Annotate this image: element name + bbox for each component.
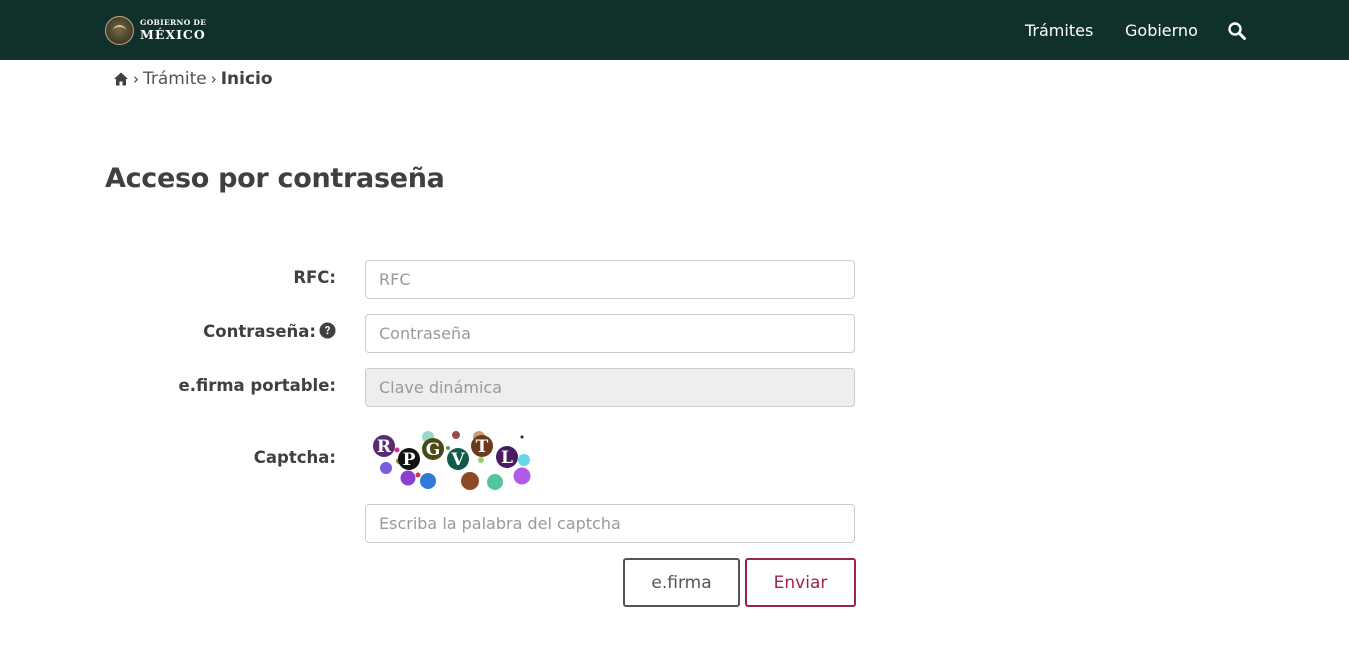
efirma-button[interactable]: e.firma [623, 558, 740, 607]
svg-text:R: R [377, 437, 392, 457]
logo-text: GOBIERNO DE MÉXICO [140, 19, 206, 41]
nav-gobierno-link[interactable]: Gobierno [1125, 0, 1198, 60]
efirma-portable-label: e.firma portable: [178, 376, 336, 395]
svg-text:L: L [501, 448, 513, 468]
captcha-image: R P G V T L [373, 431, 531, 490]
breadcrumb-tramite-link[interactable]: Trámite [143, 69, 207, 89]
svg-text:G: G [426, 440, 441, 460]
nav-tramites-link[interactable]: Trámites [1025, 0, 1093, 60]
enviar-button[interactable]: Enviar [745, 558, 856, 607]
svg-text:V: V [450, 450, 465, 470]
home-icon[interactable] [113, 71, 129, 87]
captcha-input[interactable] [365, 504, 855, 543]
password-input[interactable] [365, 314, 855, 353]
breadcrumb-separator: › [133, 70, 139, 88]
logo-line-2: MÉXICO [140, 26, 206, 42]
question-circle-icon[interactable] [319, 322, 336, 339]
rfc-label: RFC: [293, 268, 336, 287]
password-label: Contraseña: [203, 322, 336, 341]
captcha-label: Captcha: [253, 448, 336, 467]
rfc-input[interactable] [365, 260, 855, 299]
breadcrumb-separator: › [210, 70, 217, 88]
svg-text:T: T [476, 437, 489, 457]
breadcrumb: › Trámite › Inicio [113, 67, 273, 91]
mexico-seal-icon [105, 15, 134, 45]
clave-dinamica-input[interactable] [365, 368, 855, 407]
gobierno-de-mexico-logo[interactable]: GOBIERNO DE MÉXICO [105, 14, 206, 46]
search-icon[interactable] [1227, 21, 1247, 41]
svg-text:P: P [403, 450, 416, 470]
logo-line-1: GOBIERNO DE [140, 18, 207, 27]
breadcrumb-current-inicio: Inicio [220, 69, 273, 89]
top-navbar: GOBIERNO DE MÉXICO Trámites Gobierno [0, 0, 1349, 60]
page-title: Acceso por contraseña [105, 163, 445, 194]
password-label-text: Contraseña: [203, 322, 316, 341]
